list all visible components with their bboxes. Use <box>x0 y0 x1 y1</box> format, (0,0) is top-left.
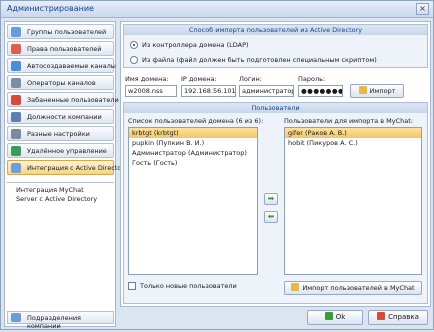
sidebar-item-label: Забаненные пользователи <box>27 96 119 104</box>
sidebar-item-label: Операторы каналов <box>27 79 96 87</box>
side-description: Интеграция MyChat Server с Active Direct… <box>16 186 98 203</box>
radio-file[interactable]: Из файла (файл должен быть подготовлен с… <box>130 56 377 64</box>
import-mychat-label: Импорт пользователей в MyChat <box>302 284 415 292</box>
sidebar-item-label: Группы пользователей <box>27 28 107 36</box>
list-item[interactable]: Администратор (Администратор) <box>129 148 257 158</box>
sidebar-item-label: Удалённое управление <box>27 147 107 155</box>
channels-icon <box>11 61 21 71</box>
import-to-mychat-button[interactable]: Импорт пользователей в MyChat <box>284 281 422 295</box>
password-label: Пароль: <box>298 75 326 83</box>
radio-file-label: Из файла (файл должен быть подготовлен с… <box>142 56 377 64</box>
sidebar-footer-label: Подразделения компании <box>27 314 81 330</box>
sidebar-item-6[interactable]: Разные настройки <box>7 126 114 141</box>
remote-icon <box>11 146 21 156</box>
users-title: Пользователи <box>124 103 427 113</box>
list-item[interactable]: hobit (Пикуров А. С.) <box>285 138 421 148</box>
domain-label: Имя домена: <box>125 75 169 83</box>
ok-button[interactable]: Ok <box>307 310 363 325</box>
admin-window: Администрирование × Группы пользователей… <box>0 0 434 330</box>
side-description-panel: Интеграция MyChat Server с Active Direct… <box>7 182 114 332</box>
import-button-label: Импорт <box>369 87 396 95</box>
rights-icon <box>11 44 21 54</box>
banned-icon <box>11 95 21 105</box>
import-users-list[interactable]: gifer (Раков А. В.) hobit (Пикуров А. С.) <box>284 127 422 275</box>
help-icon <box>377 312 386 320</box>
domain-field[interactable]: w2008.nss <box>125 85 177 97</box>
import-mychat-icon <box>291 283 300 291</box>
import-button[interactable]: Импорт <box>350 84 404 98</box>
positions-icon <box>11 112 21 122</box>
login-label: Логин: <box>239 75 262 83</box>
radio-file-circle[interactable] <box>130 56 138 64</box>
sidebar-item-5[interactable]: Должности компании <box>7 109 114 124</box>
list-item[interactable]: krbtgt (krbtgt) <box>129 128 257 138</box>
sidebar-item-7[interactable]: Удалённое управление <box>7 143 114 158</box>
help-label: Справка <box>388 313 419 321</box>
ok-label: Ok <box>335 313 346 321</box>
sidebar-item-1[interactable]: Права пользователей <box>7 41 114 56</box>
users-group: Пользователи Список пользователей домена… <box>123 102 428 304</box>
content-panel: Способ импорта пользователей из Active D… <box>120 21 431 307</box>
ip-field[interactable]: 192.168.56.101 <box>181 85 236 97</box>
arrow-left-icon: ⬅ <box>267 212 275 221</box>
users-group-icon <box>11 27 21 37</box>
ad-icon <box>11 163 21 173</box>
sidebar-item-8[interactable]: Интеграция с Active Directory <box>7 160 128 175</box>
password-field[interactable]: ●●●●●●● <box>298 85 343 97</box>
import-method-group: Способ импорта пользователей из Active D… <box>123 24 428 68</box>
sidebar-item-4[interactable]: Забаненные пользователи <box>7 92 119 107</box>
move-right-button[interactable]: ➡ <box>264 193 278 205</box>
only-new-label: Только новые пользователи <box>140 282 237 290</box>
domain-users-list[interactable]: krbtgt (krbtgt) pupkin (Пупкин В. И.) Адми… <box>128 127 258 275</box>
list-item[interactable]: pupkin (Пупкин В. И.) <box>129 138 257 148</box>
radio-ldap-label: Из контроллера домена (LDAP) <box>142 41 249 49</box>
sidebar: Группы пользователей Права пользователей А… <box>4 21 128 330</box>
import-users-title: Пользователи для импорта в MyChat: <box>284 117 414 125</box>
sidebar-item-3[interactable]: Операторы каналов <box>7 75 114 90</box>
arrow-right-icon: ➡ <box>267 194 275 203</box>
sidebar-item-label: Должности компании <box>27 113 102 121</box>
sidebar-item-0[interactable]: Группы пользователей <box>7 24 114 39</box>
radio-ldap[interactable]: Из контроллера домена (LDAP) <box>130 41 249 49</box>
radio-ldap-circle[interactable] <box>130 41 138 49</box>
list-item[interactable]: Гость (Гость) <box>129 158 257 168</box>
sidebar-item-departments[interactable]: Подразделения компании <box>7 311 114 330</box>
operators-icon <box>11 78 21 88</box>
window-title: Администрирование <box>7 4 94 13</box>
only-new-checkbox-box[interactable] <box>128 282 136 290</box>
sidebar-item-label: Интеграция с Active Directory <box>27 164 128 172</box>
settings-icon <box>11 129 21 139</box>
sidebar-item-label: Права пользователей <box>27 45 102 53</box>
login-field[interactable]: администратор <box>239 85 294 97</box>
ip-label: IP домена: <box>181 75 217 83</box>
list-item[interactable]: gifer (Раков А. В.) <box>285 128 421 138</box>
ok-icon <box>324 312 333 320</box>
title-bar: Администрирование × <box>1 1 433 18</box>
sidebar-item-label: Разные настройки <box>27 130 90 138</box>
close-button[interactable]: × <box>416 3 429 15</box>
domain-users-title: Список пользователей домена (6 из 6): <box>128 117 264 125</box>
move-left-button[interactable]: ⬅ <box>264 211 278 223</box>
sidebar-item-label: Автосоздаваемые каналы <box>27 62 116 70</box>
sidebar-item-2[interactable]: Автосоздаваемые каналы <box>7 58 116 73</box>
only-new-checkbox[interactable]: Только новые пользователи <box>128 282 237 290</box>
import-method-title: Способ импорта пользователей из Active D… <box>124 25 427 35</box>
help-button[interactable]: Справка <box>368 310 428 325</box>
departments-icon <box>11 313 21 322</box>
import-icon <box>358 86 367 94</box>
